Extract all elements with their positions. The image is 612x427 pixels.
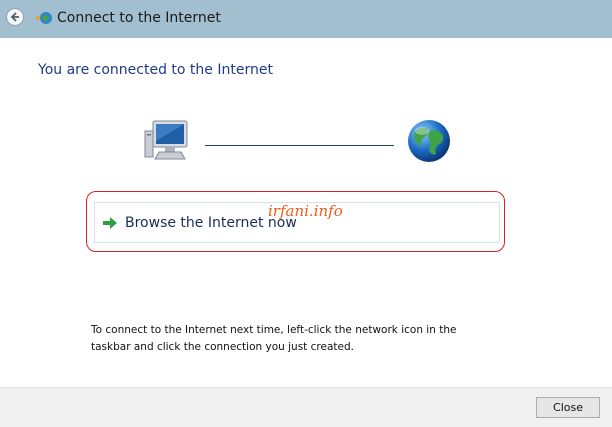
back-button[interactable]: [6, 8, 24, 26]
window-title: Connect to the Internet: [57, 10, 221, 26]
computer-icon: [144, 120, 188, 160]
green-arrow-icon: [103, 217, 117, 229]
back-arrow-icon: [10, 12, 19, 22]
watermark-text: irfani.info: [268, 202, 343, 220]
instruction-text: To connect to the Internet next time, le…: [91, 324, 457, 353]
connection-line: [205, 145, 394, 146]
title-bar: Connect to the Internet: [0, 0, 612, 38]
button-bar: [0, 387, 612, 427]
network-connection-icon: [35, 12, 52, 24]
close-button[interactable]: Close: [536, 397, 600, 418]
globe-icon: [408, 120, 450, 162]
connection-status-heading: You are connected to the Internet: [38, 62, 273, 78]
